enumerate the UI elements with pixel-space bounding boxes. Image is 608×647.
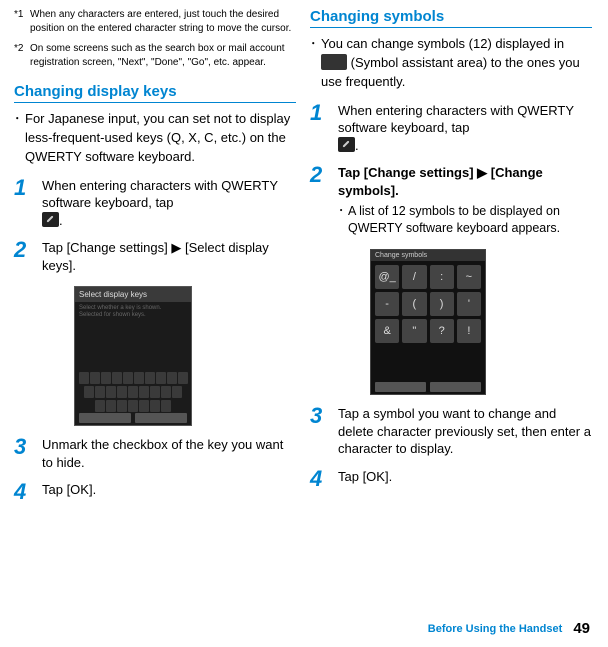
step-body: Unmark the checkbox of the key you want … — [42, 436, 296, 471]
step-number: 1 — [14, 177, 42, 230]
bullet-dot: ･ — [310, 35, 321, 92]
symbol-cell: - — [375, 292, 399, 316]
screenshot-title: Select display keys — [75, 287, 191, 302]
right-step-1: 1 When entering characters with QWERTY s… — [310, 102, 592, 155]
step-number: 3 — [310, 405, 338, 458]
intro-text: For Japanese input, you can set not to d… — [25, 110, 296, 167]
step-number: 1 — [310, 102, 338, 155]
left-step-1: 1 When entering characters with QWERTY s… — [14, 177, 296, 230]
step1-text-end: . — [355, 138, 359, 153]
pencil-icon — [42, 212, 59, 227]
symbol-area-icon — [321, 54, 347, 70]
pencil-icon — [338, 137, 355, 152]
screenshot-dim-text: Select whether a key is shown.Selected f… — [75, 302, 191, 322]
step-body: Tap [OK]. — [42, 481, 296, 503]
step2-sub-bullet: ･ A list of 12 symbols to be displayed o… — [338, 203, 592, 237]
symbol-cell: " — [402, 319, 426, 343]
step-body: Tap a symbol you want to change and dele… — [338, 405, 592, 458]
footer-page-number: 49 — [573, 620, 590, 637]
intro-b: (Symbol assistant area) to the ones you … — [321, 55, 580, 89]
bullet-dot: ･ — [14, 110, 25, 167]
screenshot-keyboard — [75, 372, 191, 410]
step-body: Tap [Change settings] ▶ [Change symbols]… — [338, 164, 592, 237]
page-container: *1 When any characters are entered, just… — [0, 0, 608, 503]
symbol-cell: @_ — [375, 265, 399, 289]
symbol-cell: ~ — [457, 265, 481, 289]
symbol-cell: ( — [402, 292, 426, 316]
step-number: 4 — [310, 468, 338, 490]
bullet-dot: ･ — [338, 203, 348, 237]
heading-display-keys: Changing display keys — [14, 83, 296, 103]
symbol-cell: ) — [430, 292, 454, 316]
heading-changing-symbols: Changing symbols — [310, 8, 592, 28]
step-number: 2 — [310, 164, 338, 237]
step1-text-a: When entering characters with QWERTY sof… — [42, 178, 278, 211]
step-number: 3 — [14, 436, 42, 471]
footnote-1: *1 When any characters are entered, just… — [14, 8, 296, 35]
step-body: Tap [Change settings] ▶ [Select display … — [42, 239, 296, 274]
footnote-2-text: On some screens such as the search box o… — [30, 42, 296, 69]
intro-a: You can change symbols (12) displayed in — [321, 36, 564, 51]
left-step-3: 3 Unmark the checkbox of the key you wan… — [14, 436, 296, 471]
footer-section: Before Using the Handset — [428, 623, 562, 635]
footnote-2: *2 On some screens such as the search bo… — [14, 42, 296, 69]
right-step-4: 4 Tap [OK]. — [310, 468, 592, 490]
right-column: Changing symbols ･ You can change symbol… — [310, 8, 592, 503]
page-footer: Before Using the Handset 49 — [428, 620, 590, 637]
symbol-cell: ? — [430, 319, 454, 343]
step-body: When entering characters with QWERTY sof… — [42, 177, 296, 230]
intro-changing-symbols: ･ You can change symbols (12) displayed … — [310, 35, 592, 92]
intro-display-keys: ･ For Japanese input, you can set not to… — [14, 110, 296, 167]
step2-text-a: Tap [Change settings] — [42, 240, 171, 255]
step-body: When entering characters with QWERTY sof… — [338, 102, 592, 155]
step-body: Tap [OK]. — [338, 468, 592, 490]
footnote-1-label: *1 — [14, 8, 30, 35]
footnote-2-label: *2 — [14, 42, 30, 69]
right-step-3: 3 Tap a symbol you want to change and de… — [310, 405, 592, 458]
screenshot-change-symbols: Change symbols @_ / : ~ - ( ) ' & " ? ! — [370, 249, 486, 395]
symbol-grid: @_ / : ~ - ( ) ' & " ? ! — [371, 261, 485, 347]
symbol-cell: : — [430, 265, 454, 289]
arrow-icon: ▶ — [477, 165, 487, 180]
step-number: 2 — [14, 239, 42, 274]
symbol-cell: ' — [457, 292, 481, 316]
footnote-1-text: When any characters are entered, just to… — [30, 8, 296, 35]
step1-text-end: . — [59, 213, 63, 228]
left-column: *1 When any characters are entered, just… — [14, 8, 296, 503]
left-step-4: 4 Tap [OK]. — [14, 481, 296, 503]
arrow-icon: ▶ — [171, 240, 181, 255]
screenshot-select-display-keys: Select display keys Select whether a key… — [74, 286, 192, 426]
intro-text: You can change symbols (12) displayed in… — [321, 35, 592, 92]
step2-text-a: Tap [Change settings] — [338, 165, 477, 180]
step-number: 4 — [14, 481, 42, 503]
step1-text-a: When entering characters with QWERTY sof… — [338, 103, 574, 136]
symbol-cell: ! — [457, 319, 481, 343]
symbol-cell: / — [402, 265, 426, 289]
screenshot-title: Change symbols — [371, 250, 485, 261]
symbol-cell: & — [375, 319, 399, 343]
step2-sub-text: A list of 12 symbols to be displayed on … — [348, 203, 592, 237]
right-step-2: 2 Tap [Change settings] ▶ [Change symbol… — [310, 164, 592, 237]
left-step-2: 2 Tap [Change settings] ▶ [Select displa… — [14, 239, 296, 274]
